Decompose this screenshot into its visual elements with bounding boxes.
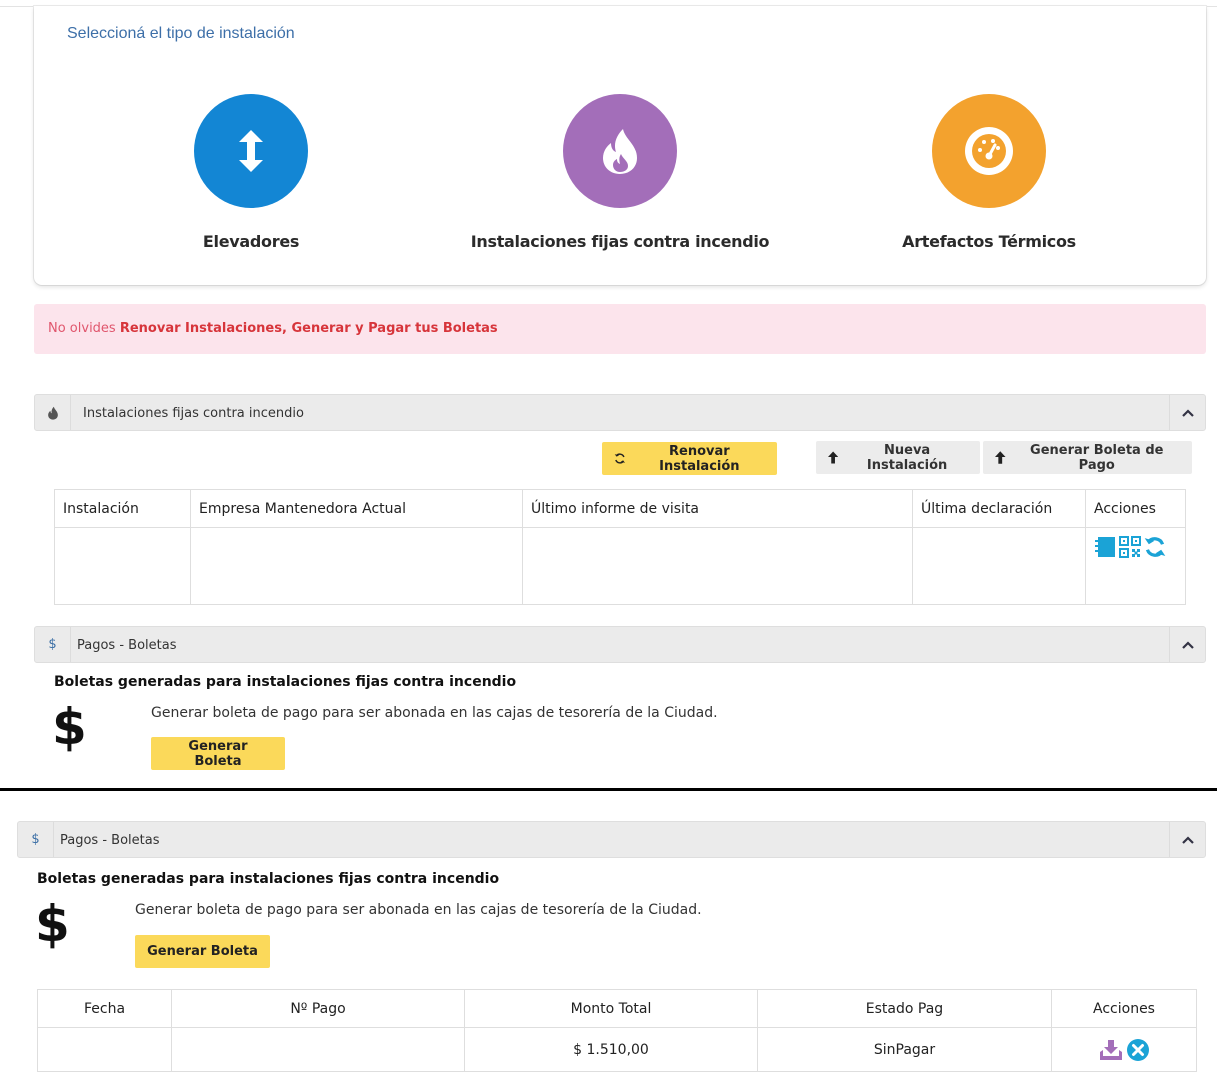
col-ultima-declaracion: Última declaración [912,489,1086,528]
table-header-row: Instalación Empresa Mantenedora Actual Ú… [54,489,1186,528]
payments-panel-header[interactable]: $ Pagos - Boletas [34,626,1206,663]
elevadores-label[interactable]: Elevadores [81,232,421,251]
chevron-up-icon[interactable] [1169,627,1205,662]
alert-emphasis: Renovar Instalaciones, Generar y Pagar t… [119,321,498,336]
col-empresa: Empresa Mantenedora Actual [190,489,523,528]
refresh-icon [614,453,625,464]
col-fecha: Fecha [37,989,172,1028]
refresh-icon[interactable] [1144,536,1166,558]
cell-ultima-declaracion [912,527,1086,605]
cell-monto-total: $ 1.510,00 [464,1027,758,1072]
fire-panel-icon-box [35,395,71,430]
notebook-icon[interactable] [1094,536,1116,558]
chevron-up-icon[interactable] [1169,395,1205,430]
arrow-up-icon [995,451,1006,464]
alert-prefix: No olvides [48,321,120,336]
generate-boleta-button[interactable]: Generar Boleta [151,737,285,770]
incendio-label[interactable]: Instalaciones fijas contra incendio [450,232,790,251]
dollar-icon: $ [35,627,71,662]
boletas-description: Generar boleta de pago para ser abonada … [151,705,718,721]
payments-panel-title: Pagos - Boletas [60,833,160,848]
cell-acciones [1085,527,1186,605]
col-acciones: Acciones [1085,489,1186,528]
table-row [54,527,1186,605]
dollar-large-icon: $ [35,895,70,953]
col-estado-pag: Estado Pag [757,989,1052,1028]
renew-installation-button[interactable]: Renovar Instalación [602,442,777,475]
new-installation-label: Nueva Instalación [866,442,948,473]
option-artefactos[interactable]: Artefactos Térmicos [819,94,1159,251]
cell-acciones [1051,1027,1197,1072]
payments-panel-title: Pagos - Boletas [77,638,177,653]
new-installation-button[interactable]: Nueva Instalación [816,441,980,474]
dollar-large-icon: $ [52,698,87,756]
payments-panel-header[interactable]: $ Pagos - Boletas [17,821,1206,858]
artefactos-label[interactable]: Artefactos Térmicos [819,232,1159,251]
generate-boleta-button[interactable]: Generar Boleta [135,935,270,968]
close-circle-icon[interactable] [1126,1038,1150,1062]
cell-nro-pago [171,1027,465,1072]
col-nro-pago: Nº Pago [171,989,465,1028]
fire-panel-title: Instalaciones fijas contra incendio [83,406,304,421]
artefactos-circle[interactable] [932,94,1046,208]
dollar-icon: $ [18,822,54,857]
boletas-subtitle: Boletas generadas para instalaciones fij… [37,871,500,887]
fire-icon [47,406,58,420]
boletas-description: Generar boleta de pago para ser abonada … [135,902,702,918]
selection-title: Seleccioná el tipo de instalación [67,25,295,42]
payments-table: Fecha Nº Pago Monto Total Estado Pag Acc… [37,989,1197,1072]
download-icon[interactable] [1099,1039,1123,1061]
option-incendio[interactable]: Instalaciones fijas contra incendio [450,94,790,251]
table-row: $ 1.510,00 SinPagar [37,1027,1197,1072]
installation-type-card: Seleccioná el tipo de instalación Elevad… [34,6,1206,285]
fire-panel-header[interactable]: Instalaciones fijas contra incendio [34,394,1206,431]
arrow-up-icon [828,451,839,464]
renew-installation-label: Renovar Instalación [659,443,740,474]
elevadores-circle[interactable] [194,94,308,208]
cell-empresa [190,527,523,605]
qr-code-icon[interactable] [1119,536,1141,558]
option-elevadores[interactable]: Elevadores [81,94,421,251]
generate-payment-slip-button[interactable]: Generar Boleta de Pago [983,441,1192,474]
chevron-up-icon[interactable] [1169,822,1205,857]
col-ultimo-informe: Último informe de visita [522,489,913,528]
incendio-circle[interactable] [563,94,677,208]
installations-table: Instalación Empresa Mantenedora Actual Ú… [54,489,1186,605]
arrows-updown-icon [239,130,263,172]
screenshot-divider [0,788,1217,791]
fire-icon [603,129,637,174]
col-instalacion: Instalación [54,489,191,528]
gauge-icon [965,127,1013,175]
renew-reminder-alert: No olvides Renovar Instalaciones, Genera… [34,304,1206,354]
cell-estado-pag: SinPagar [757,1027,1052,1072]
cell-instalacion [54,527,191,605]
cell-ultimo-informe [522,527,913,605]
cell-fecha [37,1027,172,1072]
col-monto-total: Monto Total [464,989,758,1028]
col-acciones: Acciones [1051,989,1197,1028]
table-header-row: Fecha Nº Pago Monto Total Estado Pag Acc… [37,989,1197,1028]
generate-payment-slip-label: Generar Boleta de Pago [1030,442,1164,473]
boletas-subtitle: Boletas generadas para instalaciones fij… [54,674,517,690]
